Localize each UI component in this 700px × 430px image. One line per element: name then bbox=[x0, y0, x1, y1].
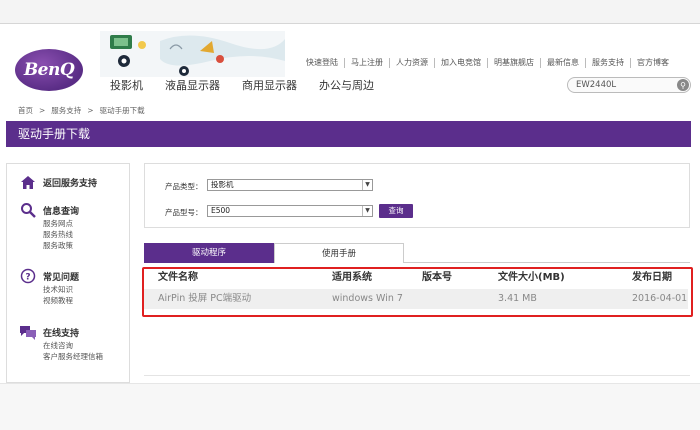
page-title: 驱动手册下载 bbox=[6, 121, 691, 147]
sidebar-back[interactable]: 返回服务支持 bbox=[19, 174, 97, 190]
query-button[interactable]: 查询 bbox=[379, 204, 413, 218]
sidebar-item-manager-mailbox[interactable]: 客户服务经理信箱 bbox=[43, 351, 103, 362]
sidebar-back-label: 返回服务支持 bbox=[43, 178, 98, 189]
benq-logo[interactable]: BenQ bbox=[15, 49, 83, 91]
breadcrumb-home[interactable]: 首页 bbox=[18, 106, 33, 115]
sidebar-item-online-consult[interactable]: 在线咨询 bbox=[43, 340, 103, 351]
top-link-register[interactable]: 马上注册 bbox=[345, 58, 390, 68]
sidebar-item-video-tutorial[interactable]: 视频教程 bbox=[43, 295, 79, 306]
sidebar-section-info: 信息查询 服务网点 服务热线 服务政策 bbox=[19, 202, 79, 251]
sidebar-section-title: 信息查询 bbox=[43, 206, 80, 217]
tab-drivers[interactable]: 驱动程序 bbox=[144, 243, 274, 263]
product-type-label: 产品类型： bbox=[165, 182, 203, 191]
home-icon bbox=[19, 174, 37, 190]
nav-monitor[interactable]: 液晶显示器 bbox=[165, 77, 220, 93]
product-model-select[interactable]: E500 ▼ bbox=[207, 205, 373, 217]
sidebar-section-online: 在线支持 在线咨询 客户服务经理信箱 bbox=[19, 324, 103, 362]
product-model-value: E500 bbox=[211, 206, 231, 215]
browser-top-band bbox=[0, 0, 700, 24]
magnifier-icon bbox=[19, 202, 37, 218]
top-link-hr[interactable]: 人力资源 bbox=[390, 58, 435, 68]
top-link-news[interactable]: 最新信息 bbox=[541, 58, 586, 68]
nav-projector[interactable]: 投影机 bbox=[110, 77, 143, 93]
download-tabs: 驱动程序 使用手册 bbox=[144, 243, 690, 263]
nav-commercial-display[interactable]: 商用显示器 bbox=[242, 77, 297, 93]
product-query-form: 产品类型： 投影机 ▼ 产品型号： E500 ▼ 查询 bbox=[144, 163, 690, 228]
sidebar-section-title: 在线支持 bbox=[43, 328, 80, 339]
search-input[interactable]: EW2440L ⚲ bbox=[567, 77, 691, 93]
highlight-annotation-box bbox=[142, 267, 693, 317]
product-type-value: 投影机 bbox=[211, 180, 234, 189]
sidebar: 返回服务支持 信息查询 服务网点 服务热线 服务政策 ? 常见问题 技术知识 视… bbox=[6, 163, 130, 383]
sidebar-section-title: 常见问题 bbox=[43, 272, 80, 283]
sidebar-item-service-points[interactable]: 服务网点 bbox=[43, 218, 79, 229]
breadcrumb: 首页 > 服务支持 > 驱动手册下载 bbox=[18, 105, 145, 116]
search-icon[interactable]: ⚲ bbox=[677, 79, 689, 91]
chat-icon bbox=[19, 324, 37, 340]
sidebar-item-hotline[interactable]: 服务热线 bbox=[43, 229, 79, 240]
top-link-flagship-store[interactable]: 明基旗舰店 bbox=[488, 58, 541, 68]
tab-manuals[interactable]: 使用手册 bbox=[274, 243, 404, 263]
footer-band bbox=[0, 383, 700, 430]
breadcrumb-separator: > bbox=[87, 106, 94, 115]
top-link-blog[interactable]: 官方博客 bbox=[631, 58, 675, 68]
nav-office[interactable]: 办公与周边 bbox=[319, 77, 374, 93]
content-divider bbox=[144, 375, 690, 376]
breadcrumb-support[interactable]: 服务支持 bbox=[51, 106, 81, 115]
top-links: 快速登陆 马上注册 人力资源 加入电竞馆 明基旗舰店 最新信息 服务支持 官方博… bbox=[300, 58, 675, 68]
search-input-value: EW2440L bbox=[576, 80, 617, 90]
top-link-support[interactable]: 服务支持 bbox=[586, 58, 631, 68]
chevron-down-icon: ▼ bbox=[362, 180, 372, 190]
breadcrumb-current: 驱动手册下载 bbox=[99, 106, 145, 115]
top-link-login[interactable]: 快速登陆 bbox=[300, 58, 345, 68]
main-nav: 投影机 液晶显示器 商用显示器 办公与周边 bbox=[110, 77, 396, 93]
svg-text:?: ? bbox=[25, 273, 30, 283]
chevron-down-icon: ▼ bbox=[362, 206, 372, 216]
question-icon: ? bbox=[19, 268, 37, 284]
sidebar-section-faq: ? 常见问题 技术知识 视频教程 bbox=[19, 268, 79, 306]
top-link-esports[interactable]: 加入电竞馆 bbox=[435, 58, 488, 68]
sidebar-item-tech-knowledge[interactable]: 技术知识 bbox=[43, 284, 79, 295]
sidebar-item-policy[interactable]: 服务政策 bbox=[43, 240, 79, 251]
product-type-select[interactable]: 投影机 ▼ bbox=[207, 179, 373, 191]
product-model-label: 产品型号： bbox=[165, 208, 203, 217]
breadcrumb-separator: > bbox=[39, 106, 46, 115]
header-banner-illustration bbox=[100, 31, 285, 77]
